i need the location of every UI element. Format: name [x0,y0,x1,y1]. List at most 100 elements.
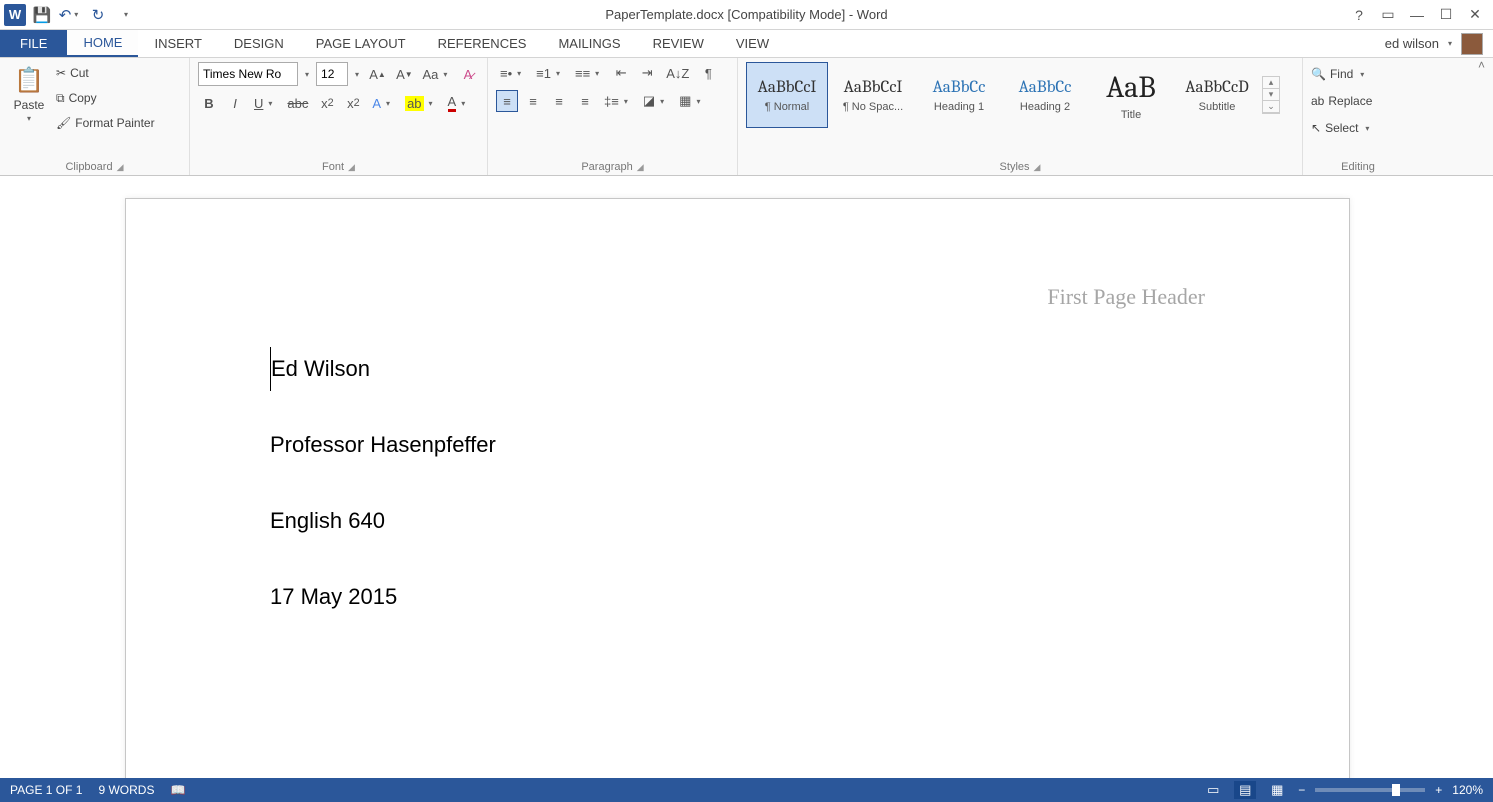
style-heading-2[interactable]: AaBbCcHeading 2 [1004,62,1086,128]
style--no-spac-[interactable]: AaBbCcI¶ No Spac... [832,62,914,128]
doc-line[interactable]: Ed Wilson [270,347,496,391]
numbering-button[interactable]: ≡1▾ [532,62,567,84]
font-size-dropdown[interactable]: ▾ [352,70,362,79]
replace-button[interactable]: abReplace [1311,89,1405,113]
clear-formatting-button[interactable]: A̷ [457,63,479,85]
zoom-in-button[interactable]: + [1435,783,1442,797]
superscript-button[interactable]: x2 [342,92,364,114]
tab-design[interactable]: DESIGN [218,30,300,57]
decrease-indent-button[interactable]: ⇤ [610,62,632,84]
strikethrough-button[interactable]: abc [283,92,312,114]
tab-insert[interactable]: INSERT [138,30,217,57]
document-body[interactable]: Ed Wilson Professor Hasenpfeffer English 6… [270,347,496,651]
text-effects-button[interactable]: A▾ [368,92,397,114]
web-layout-view-button[interactable]: ▦ [1266,781,1288,799]
paste-button[interactable]: 📋 Paste ▾ [8,62,50,125]
show-marks-button[interactable]: ¶ [697,62,719,84]
justify-button[interactable]: ≡ [574,90,596,112]
tab-file[interactable]: FILE [0,30,67,57]
zoom-slider-thumb[interactable] [1392,784,1400,796]
tab-references[interactable]: REFERENCES [422,30,543,57]
subscript-button[interactable]: x2 [316,92,338,114]
doc-line[interactable]: 17 May 2015 [270,575,496,619]
undo-icon[interactable]: ↶▾ [58,3,82,27]
ribbon-tabs: FILE HOMEINSERTDESIGNPAGE LAYOUTREFERENC… [0,30,1493,58]
sort-button[interactable]: A↓Z [662,62,693,84]
find-button[interactable]: 🔍Find▾ [1311,62,1405,86]
tab-mailings[interactable]: MAILINGS [542,30,636,57]
paste-icon: 📋 [13,64,45,96]
find-icon: 🔍 [1311,67,1326,81]
paragraph-dialog-launcher[interactable]: ◢ [637,162,644,173]
increase-indent-button[interactable]: ⇥ [636,62,658,84]
document-area[interactable]: First Page Header Ed WilsonProfessor Has… [0,178,1493,778]
bold-button[interactable]: B [198,92,220,114]
print-layout-view-button[interactable]: ▤ [1234,781,1256,799]
read-mode-view-button[interactable]: ▭ [1202,781,1224,799]
close-icon[interactable]: ✕ [1461,4,1489,26]
tab-page-layout[interactable]: PAGE LAYOUT [300,30,422,57]
align-center-button[interactable]: ≡ [522,90,544,112]
minimize-icon[interactable]: — [1403,4,1431,26]
ribbon-display-options-icon[interactable]: ▭ [1374,4,1402,26]
tab-home[interactable]: HOME [67,30,138,57]
doc-line[interactable]: Professor Hasenpfeffer [270,423,496,467]
multilevel-list-button[interactable]: ≡≡▾ [571,62,606,84]
cut-button[interactable]: ✂Cut [56,62,155,84]
title-bar: W 💾 ↶▾ ↻ ▾ PaperTemplate.docx [Compatibi… [0,0,1493,30]
clipboard-dialog-launcher[interactable]: ◢ [117,162,124,173]
font-dialog-launcher[interactable]: ◢ [348,162,355,173]
style-subtitle[interactable]: AaBbCcDSubtitle [1176,62,1258,128]
select-button[interactable]: ↖Select▾ [1311,116,1405,140]
grow-font-button[interactable]: A▲ [366,63,389,85]
styles-gallery-nav: ▴▾⌄ [1262,76,1280,114]
format-painter-button[interactable]: 🖌Format Painter [56,112,155,134]
shrink-font-button[interactable]: A▼ [393,63,416,85]
word-app-icon[interactable]: W [4,4,26,26]
styles-scroll-button[interactable]: ▴ [1263,77,1279,89]
styles-expand-button[interactable]: ⌄ [1263,101,1279,113]
group-clipboard: 📋 Paste ▾ ✂Cut ⧉Copy 🖌Format Painter Cli… [0,58,190,175]
ribbon: 📋 Paste ▾ ✂Cut ⧉Copy 🖌Format Painter Cli… [0,58,1493,176]
tab-review[interactable]: REVIEW [637,30,720,57]
style--normal[interactable]: AaBbCcI¶ Normal [746,62,828,128]
user-account[interactable]: ed wilson ▾ [1375,30,1493,57]
copy-button[interactable]: ⧉Copy [56,87,155,109]
font-size-input[interactable] [316,62,348,86]
font-color-button[interactable]: A▾ [444,92,473,114]
save-icon[interactable]: 💾 [30,3,54,27]
align-left-button[interactable]: ≡ [496,90,518,112]
group-editing: 🔍Find▾ abReplace ↖Select▾ Editing [1303,58,1413,175]
tab-view[interactable]: VIEW [720,30,785,57]
shading-button[interactable]: ◪▾ [639,90,671,112]
italic-button[interactable]: I [224,92,246,114]
zoom-out-button[interactable]: − [1298,783,1305,797]
scissors-icon: ✂ [56,66,66,80]
underline-button[interactable]: U▾ [250,92,279,114]
styles-scroll-button[interactable]: ▾ [1263,89,1279,101]
page-number-status[interactable]: PAGE 1 OF 1 [10,783,82,797]
help-icon[interactable]: ? [1345,4,1373,26]
collapse-ribbon-button[interactable]: ˄ [1478,58,1485,175]
doc-line[interactable]: English 640 [270,499,496,543]
maximize-icon[interactable]: ☐ [1432,4,1460,26]
replace-icon: ab [1311,94,1324,108]
zoom-slider[interactable] [1315,788,1425,792]
highlight-button[interactable]: ab▾ [401,92,439,114]
style-heading-1[interactable]: AaBbCcHeading 1 [918,62,1000,128]
zoom-level[interactable]: 120% [1452,783,1483,797]
align-right-button[interactable]: ≡ [548,90,570,112]
font-name-input[interactable] [198,62,298,86]
bullets-button[interactable]: ≡•▾ [496,62,528,84]
line-spacing-button[interactable]: ‡≡▾ [600,90,635,112]
borders-button[interactable]: ▦▾ [675,90,707,112]
proofing-icon[interactable]: 📖 [170,783,185,797]
style-title[interactable]: AaBTitle [1090,62,1172,128]
change-case-button[interactable]: Aa▾ [420,63,453,85]
qat-customize-icon[interactable]: ▾ [114,3,138,27]
word-count-status[interactable]: 9 WORDS [98,783,154,797]
page[interactable]: First Page Header Ed WilsonProfessor Has… [125,198,1350,778]
redo-icon[interactable]: ↻ [86,3,110,27]
font-name-dropdown[interactable]: ▾ [302,70,312,79]
styles-dialog-launcher[interactable]: ◢ [1034,162,1041,173]
